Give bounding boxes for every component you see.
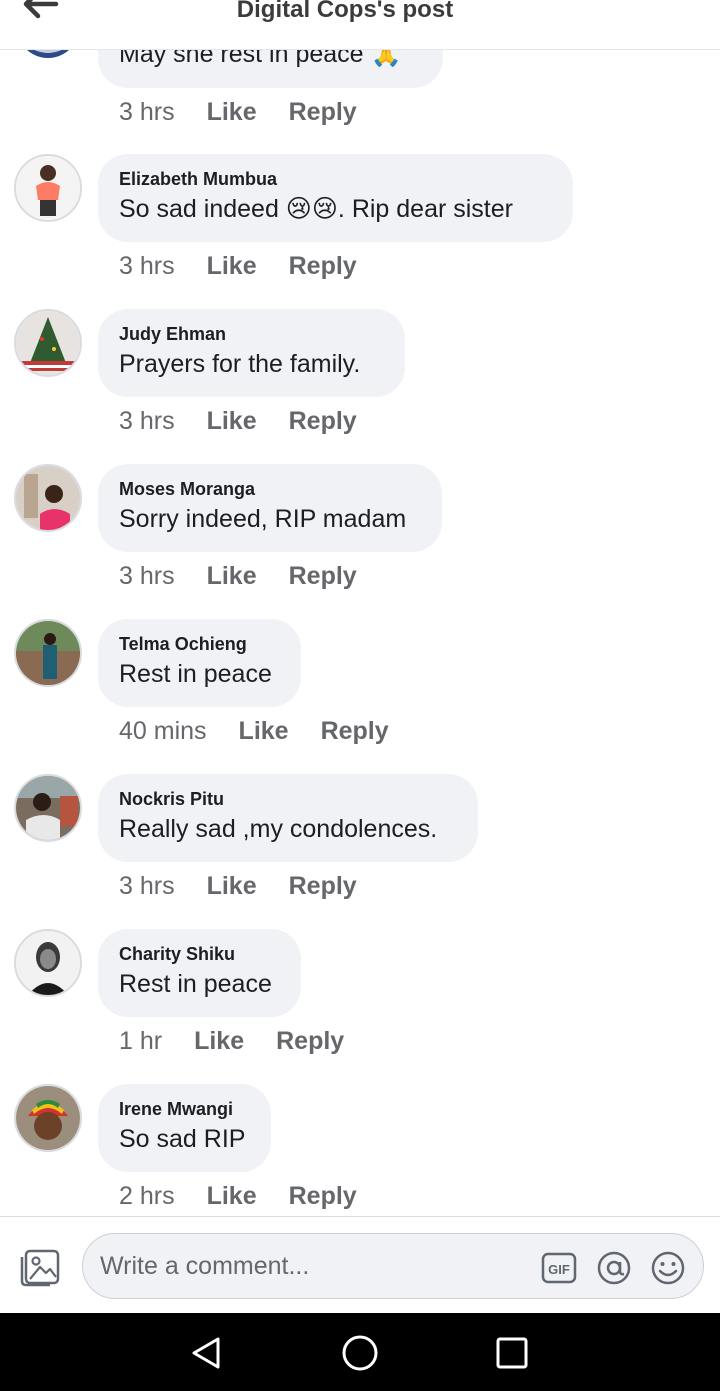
svg-text:GIF: GIF: [548, 1262, 570, 1277]
comment: Charity Shiku Rest in peace 1 hr Like Re…: [0, 929, 720, 1084]
comment-author[interactable]: Elizabeth Mumbua: [119, 168, 551, 190]
avatar[interactable]: [14, 154, 82, 222]
reply-button[interactable]: Reply: [289, 872, 357, 901]
comment-bubble[interactable]: Judy Ehman Prayers for the family.: [98, 309, 405, 397]
comment-bubble[interactable]: Irene Mwangi So sad RIP: [98, 1084, 271, 1172]
reply-button[interactable]: Reply: [289, 98, 357, 127]
comment-time: 3 hrs: [119, 407, 175, 435]
comment-bubble[interactable]: Charity Shiku Rest in peace: [98, 929, 301, 1017]
avatar[interactable]: [14, 774, 82, 842]
comment-meta: 3 hrs Like Reply: [119, 98, 357, 127]
comment-meta: 1 hr Like Reply: [119, 1027, 344, 1056]
reply-button[interactable]: Reply: [289, 1182, 357, 1211]
triangle-back-icon: [192, 1337, 220, 1369]
at-sign-icon: [597, 1251, 631, 1285]
comment-text: Prayers for the family.: [119, 350, 361, 378]
circle-home-icon: [342, 1335, 378, 1371]
comment-text: Rest in peace: [119, 970, 272, 998]
comment-composer: GIF: [0, 1216, 720, 1314]
comment: Elizabeth Mumbua So sad indeed 😢😢. Rip d…: [0, 154, 720, 309]
comment-time: 2 hrs: [119, 1182, 175, 1210]
comment-time: 3 hrs: [119, 562, 175, 590]
comment-meta: 40 mins Like Reply: [119, 717, 389, 746]
avatar[interactable]: [14, 929, 82, 997]
photo-button[interactable]: [20, 1247, 62, 1287]
comment-author[interactable]: Moses Moranga: [119, 478, 420, 500]
reply-button[interactable]: Reply: [289, 407, 357, 436]
comment-time: 1 hr: [119, 1027, 163, 1055]
comment-meta: 3 hrs Like Reply: [119, 252, 357, 281]
reply-button[interactable]: Reply: [321, 717, 389, 746]
comment-author[interactable]: Judy Ehman: [119, 323, 383, 345]
comment-time: 40 mins: [119, 717, 207, 745]
reply-button[interactable]: Reply: [289, 562, 357, 591]
nav-back-button[interactable]: [186, 1333, 226, 1373]
comment-text: So sad RIP: [119, 1125, 246, 1153]
comment-bubble[interactable]: Elizabeth Mumbua So sad indeed 😢😢. Rip d…: [98, 154, 573, 242]
comment-text: Really sad ,my condolences.: [119, 815, 438, 843]
gif-icon: GIF: [541, 1252, 577, 1284]
comment-time: 3 hrs: [119, 252, 175, 280]
comment: Moses Moranga Sorry indeed, RIP madam 3 …: [0, 464, 720, 619]
comment-author[interactable]: Charity Shiku: [119, 943, 279, 965]
comment: Nockris Pitu Really sad ,my condolences.…: [0, 774, 720, 929]
comment-author[interactable]: Telma Ochieng: [119, 633, 279, 655]
comment-time: 3 hrs: [119, 872, 175, 900]
like-button[interactable]: Like: [207, 1182, 257, 1211]
avatar[interactable]: [14, 1084, 82, 1152]
like-button[interactable]: Like: [207, 872, 257, 901]
square-recents-icon: [496, 1337, 528, 1369]
smiley-icon: [651, 1251, 685, 1285]
comment-meta: 3 hrs Like Reply: [119, 407, 357, 436]
comment-bubble[interactable]: Moses Moranga Sorry indeed, RIP madam: [98, 464, 442, 552]
nav-home-button[interactable]: [340, 1333, 380, 1373]
comment-meta: 3 hrs Like Reply: [119, 872, 357, 901]
mention-button[interactable]: [596, 1250, 632, 1286]
comment-bubble[interactable]: Nockris Pitu Really sad ,my condolences.: [98, 774, 478, 862]
reply-button[interactable]: Reply: [276, 1027, 344, 1056]
page-title: Digital Cops's post: [236, 0, 454, 23]
avatar[interactable]: [14, 464, 82, 532]
comment-text: Rest in peace: [119, 660, 272, 688]
reply-button[interactable]: Reply: [289, 252, 357, 281]
comment-text: So sad indeed 😢😢. Rip dear sister: [119, 195, 513, 223]
app-header: Digital Cops's post: [0, 0, 720, 50]
comment-input[interactable]: [100, 1245, 520, 1287]
gif-button[interactable]: GIF: [541, 1250, 577, 1286]
like-button[interactable]: Like: [194, 1027, 244, 1056]
comment-bubble[interactable]: Telma Ochieng Rest in peace: [98, 619, 301, 707]
photo-icon: [20, 1249, 60, 1287]
comment-feed[interactable]: May she rest in peace 🙏 3 hrs Like Reply…: [0, 0, 720, 1216]
like-button[interactable]: Like: [207, 252, 257, 281]
like-button[interactable]: Like: [207, 98, 257, 127]
like-button[interactable]: Like: [239, 717, 289, 746]
comment-input-wrapper[interactable]: GIF: [82, 1233, 704, 1299]
comment-meta: 2 hrs Like Reply: [119, 1182, 357, 1211]
comment-text: Sorry indeed, RIP madam: [119, 505, 407, 533]
comment-meta: 3 hrs Like Reply: [119, 562, 357, 591]
like-button[interactable]: Like: [207, 562, 257, 591]
comment: Judy Ehman Prayers for the family. 3 hrs…: [0, 309, 720, 464]
system-navigation-bar: [0, 1313, 720, 1391]
comment: Irene Mwangi So sad RIP 2 hrs Like Reply: [0, 1084, 720, 1216]
comment-author[interactable]: Nockris Pitu: [119, 788, 456, 810]
emoji-button[interactable]: [650, 1250, 686, 1286]
nav-recents-button[interactable]: [492, 1333, 532, 1373]
avatar[interactable]: [14, 619, 82, 687]
comment-author[interactable]: Irene Mwangi: [119, 1098, 249, 1120]
comment-time: 3 hrs: [119, 98, 175, 126]
comment: Telma Ochieng Rest in peace 40 mins Like…: [0, 619, 720, 774]
like-button[interactable]: Like: [207, 407, 257, 436]
avatar[interactable]: [14, 309, 82, 377]
